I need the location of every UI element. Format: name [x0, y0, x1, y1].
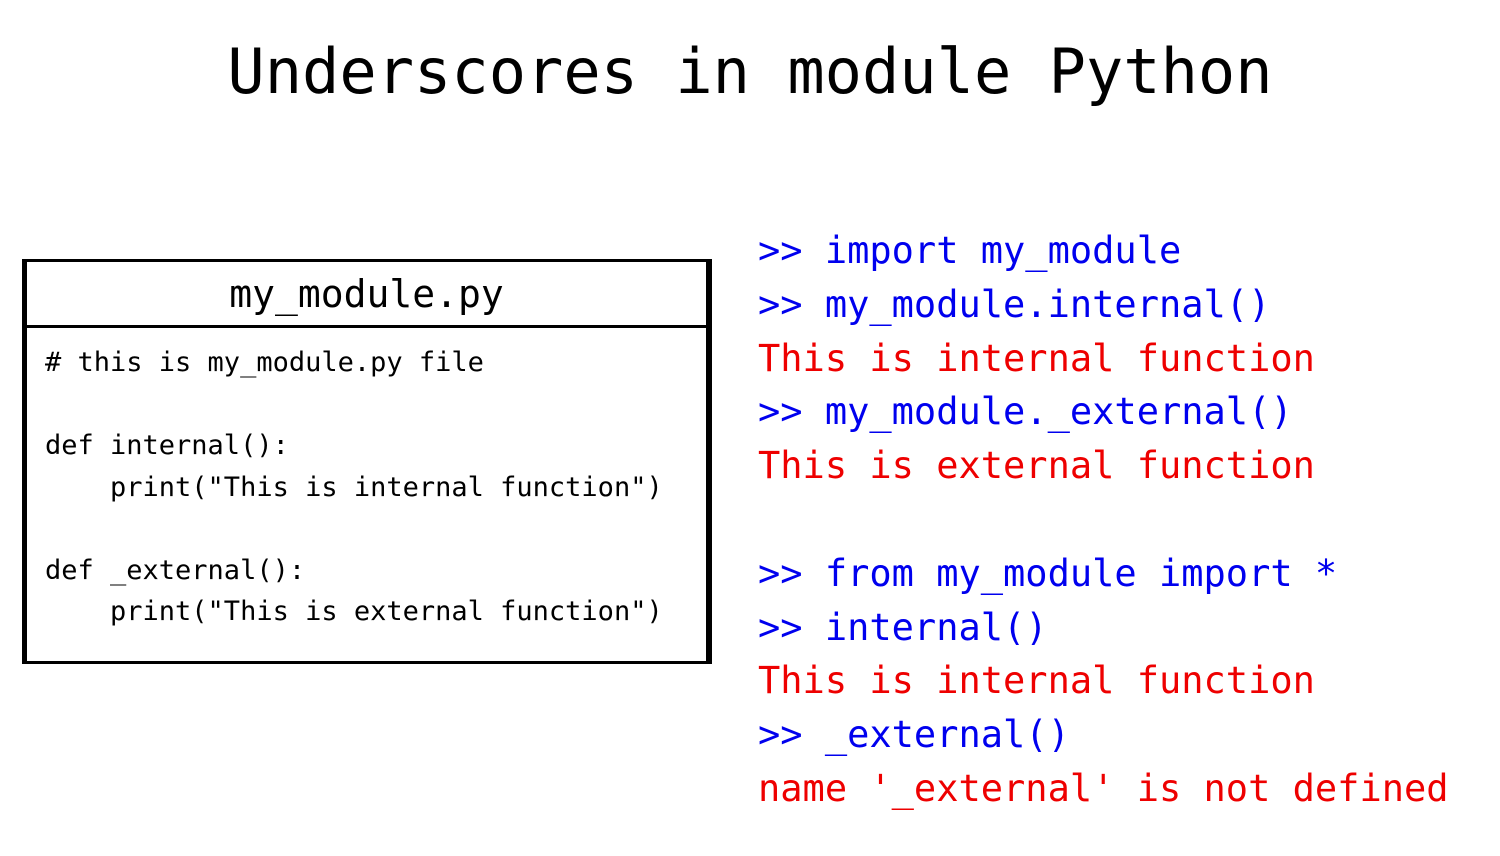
console-command-line: >> from my_module import * — [758, 551, 1338, 595]
console-output-line: This is internal function — [758, 659, 1315, 703]
page-title: Underscores in module Python — [227, 35, 1273, 108]
code-line: print("This is external function") — [45, 596, 663, 627]
console-error-line: name '_external' is not defined — [758, 766, 1449, 810]
code-line: def _external(): — [45, 554, 306, 586]
code-line: def internal(): — [45, 430, 289, 461]
console-command-line: >> import my_module — [758, 229, 1182, 272]
module-filename: my_module.py — [27, 262, 706, 328]
console-output-line: This is external function — [758, 444, 1315, 488]
console-command-line: >> my_module.internal() — [758, 282, 1271, 326]
console-session: >> import my_module >> my_module.interna… — [758, 224, 1478, 816]
module-source-code: # this is my_module.py file def internal… — [45, 342, 663, 633]
code-line: # this is my_module.py file — [45, 347, 484, 378]
console-command-line: >> _external() — [758, 713, 1070, 757]
console-command-line: >> internal() — [758, 605, 1048, 649]
code-line: print("This is internal function") — [45, 471, 663, 503]
console-command-line: >> my_module._external() — [758, 390, 1293, 434]
module-file-box: my_module.py # this is my_module.py file… — [22, 259, 712, 664]
console-output-line: This is internal function — [758, 336, 1315, 380]
